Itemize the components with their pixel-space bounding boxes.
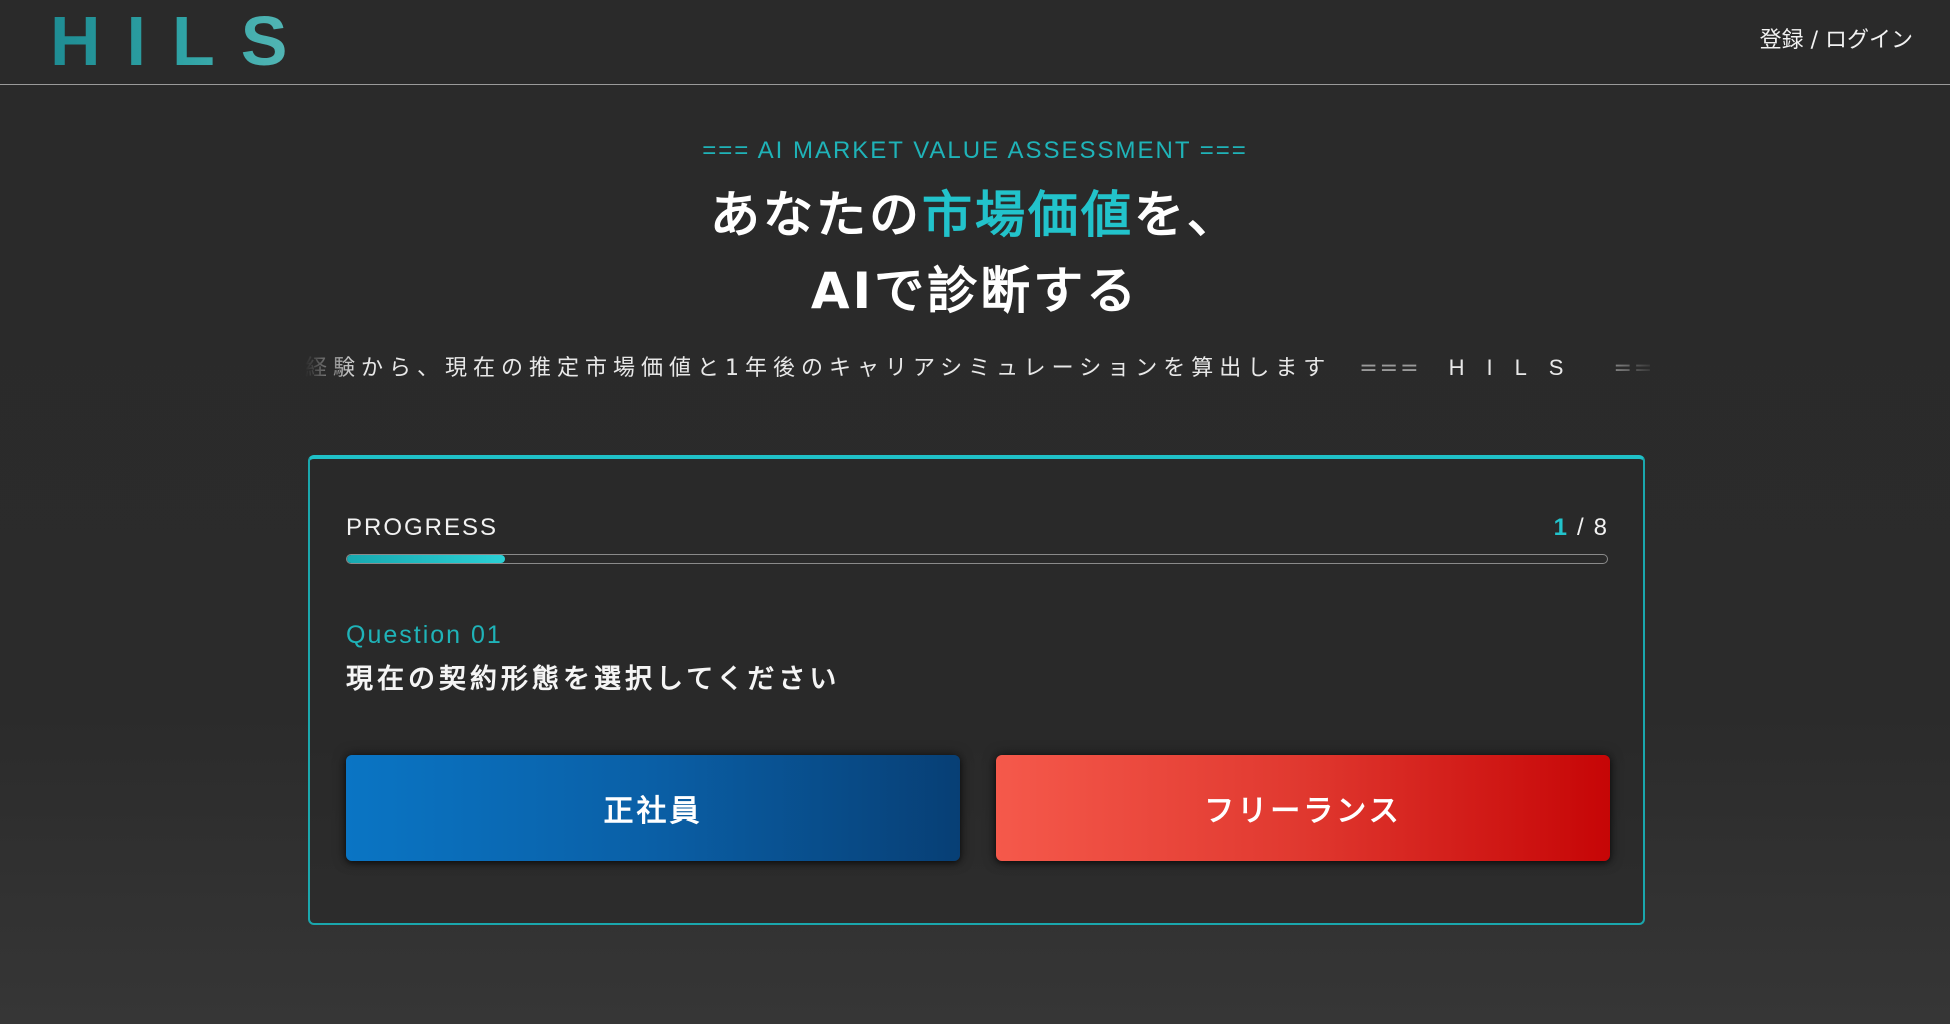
progress-bar (346, 554, 1608, 564)
headline-line1-pre: あなたの (710, 186, 922, 244)
hero-eyebrow: === AI MARKET VALUE ASSESSMENT === (702, 137, 1248, 164)
headline-accent: 市場価値 (922, 186, 1134, 244)
progress-bar-fill (347, 555, 505, 563)
site-header: HILS 登録 / ログイン (0, 0, 1950, 85)
headline-line1-post: を、 (1134, 186, 1240, 244)
question-text: 現在の契約形態を選択してください (346, 664, 841, 695)
register-login-link[interactable]: 登録 / ログイン (1760, 26, 1913, 56)
progress-separator: / (1576, 514, 1584, 541)
assessment-card: PROGRESS 1 / 8 Question 01 現在の契約形態を選択してくださ… (308, 455, 1645, 925)
hero-ticker: 経験から、現在の推定市場価値と1年後のキャリアシミュレーションを算出します ===… (305, 350, 1657, 386)
ticker-separator: === (1359, 356, 1421, 381)
headline-line2: AIで診断する (810, 262, 1140, 320)
hero-headline: あなたの市場価値を、 AIで診断する (0, 177, 1950, 329)
progress-counter: 1 / 8 (1554, 513, 1607, 543)
ticker-brand: HILS (1448, 355, 1586, 380)
option-fulltime-button[interactable]: 正社員 (346, 755, 960, 861)
progress-total: 8 (1593, 514, 1607, 541)
hils-logo[interactable]: HILS (50, 6, 313, 76)
ticker-text: 経験から、現在の推定市場価値と1年後のキャリアシミュレーションを算出します (305, 356, 1332, 381)
option-freelance-button[interactable]: フリーランス (996, 755, 1610, 861)
progress-current: 1 (1553, 514, 1567, 541)
question-number: Question 01 (346, 621, 503, 649)
progress-label: PROGRESS (346, 514, 499, 541)
ticker-separator-2: === (1613, 356, 1657, 381)
